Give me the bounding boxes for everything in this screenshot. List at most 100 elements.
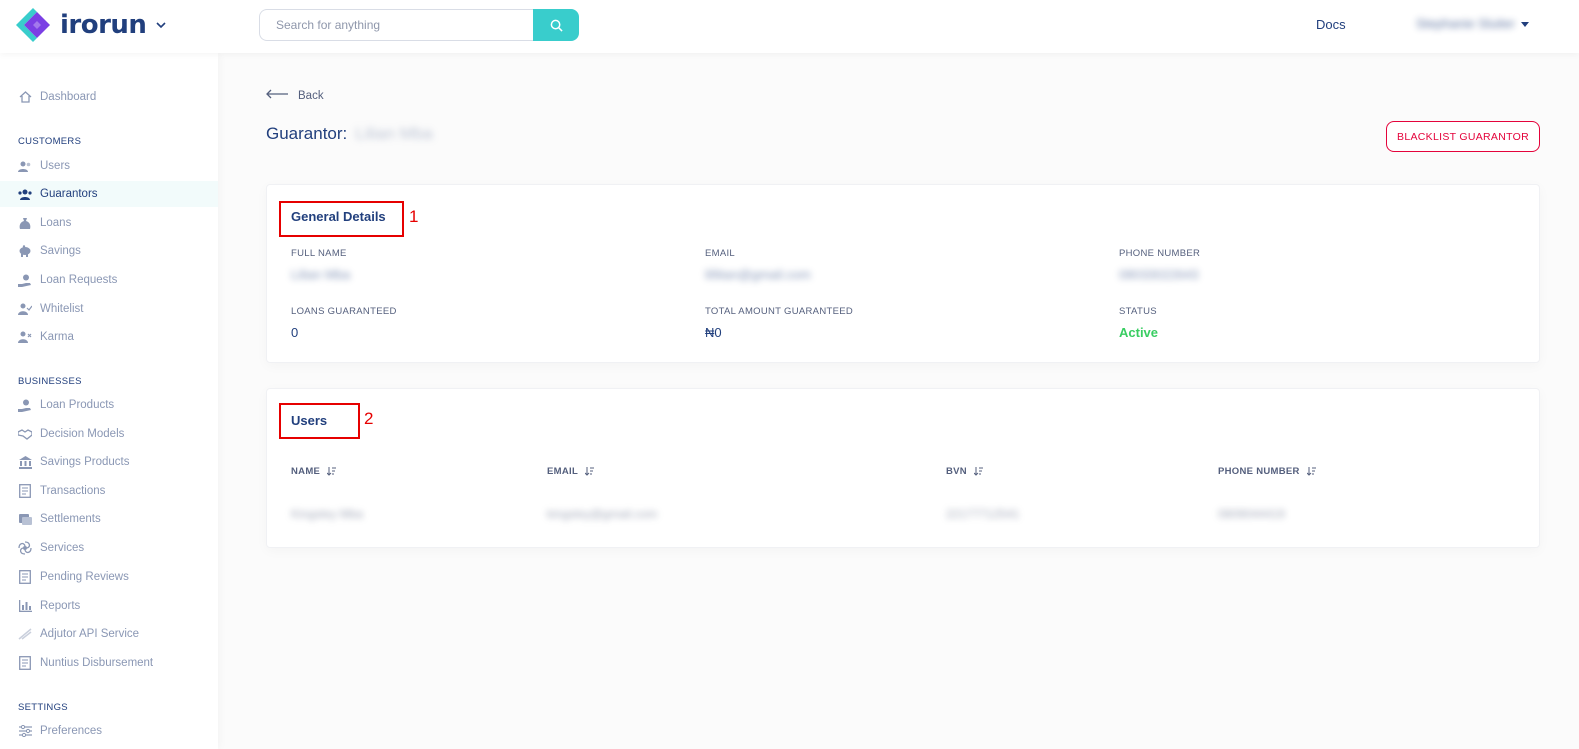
- annotation-number-2: 2: [364, 409, 374, 428]
- column-header-phone-number[interactable]: PHONE NUMBER: [1218, 466, 1316, 477]
- email-label: EMAIL: [705, 248, 736, 259]
- sidebar-item-savings-products[interactable]: Savings Products: [0, 449, 218, 475]
- page-title-prefix: Guarantor:: [266, 124, 348, 143]
- sort-icon[interactable]: [973, 467, 983, 476]
- loans-guaranteed-value: 0: [291, 325, 299, 340]
- total-amount-label: TOTAL AMOUNT GUARANTEED: [705, 306, 854, 317]
- sort-icon[interactable]: [1306, 467, 1316, 476]
- sort-icon[interactable]: [585, 467, 595, 476]
- sidebar-item-whitelist[interactable]: Whitelist: [0, 296, 218, 322]
- user-menu[interactable]: Stephanie Sluiter: [1416, 16, 1530, 31]
- sidebar-item-label: Guarantors: [40, 188, 98, 200]
- section-title-settings: SETTINGS: [18, 702, 68, 713]
- section-title-customers: CUSTOMERS: [18, 136, 82, 147]
- column-header-label: BVN: [946, 466, 967, 477]
- back-link[interactable]: Back: [266, 89, 324, 102]
- user-name: Stephanie Sluiter: [1416, 16, 1516, 31]
- sidebar-item-label: Loans: [40, 217, 72, 229]
- column-header-label: NAME: [291, 466, 321, 477]
- column-header-name[interactable]: NAME: [291, 466, 337, 477]
- home-icon: [18, 90, 32, 104]
- chevron-down-icon[interactable]: [156, 21, 167, 29]
- sidebar-item-users[interactable]: Users: [0, 153, 218, 179]
- scroll-icon: [18, 512, 32, 526]
- handshake-icon: [18, 427, 32, 441]
- sidebar-item-loan-requests[interactable]: Loan Requests: [0, 267, 218, 293]
- email-value: lil9ian@gmail.com: [705, 267, 811, 282]
- top-bar: irorun Docs Stephanie Sluiter: [0, 0, 1579, 53]
- logo[interactable]: irorun: [16, 8, 167, 42]
- sidebar-item-preferences[interactable]: Preferences: [0, 718, 218, 744]
- sidebar-item-label: Adjutor API Service: [40, 628, 140, 640]
- sidebar-item-karma[interactable]: Karma: [0, 324, 218, 350]
- sack-icon: [18, 216, 32, 230]
- sidebar-item-loan-products[interactable]: Loan Products: [0, 392, 218, 418]
- piggy-bank-icon: [18, 244, 32, 258]
- sidebar-item-label: Loan Requests: [40, 274, 118, 286]
- page-title: Guarantor: Lilian Mba: [266, 124, 433, 144]
- phone-number-value: 08033022643: [1119, 267, 1199, 282]
- annotation-number-1: 1: [409, 207, 419, 226]
- sidebar-item-services[interactable]: Services: [0, 535, 218, 561]
- full-name-value: Lilian Mba: [291, 267, 351, 282]
- back-label: Back: [298, 89, 324, 102]
- document-icon: [18, 484, 32, 498]
- total-amount-value: ₦0: [705, 325, 722, 340]
- blacklist-guarantor-button[interactable]: BLACKLIST GUARANTOR: [1386, 121, 1540, 152]
- guarantors-icon: [18, 187, 32, 201]
- cell-bvn: 22177712541: [946, 507, 1020, 521]
- sidebar-item-label: Savings: [40, 245, 81, 257]
- search-icon: [550, 19, 563, 32]
- sidebar-item-adjutor-api-service[interactable]: Adjutor API Service: [0, 621, 218, 647]
- sidebar-item-label: Settlements: [40, 513, 101, 525]
- document-icon: [18, 570, 32, 584]
- sidebar-item-label: Transactions: [40, 485, 106, 497]
- galaxy-icon: [18, 541, 32, 555]
- caret-down-icon[interactable]: [1521, 19, 1530, 29]
- users-title: Users: [291, 413, 328, 428]
- search-input[interactable]: [259, 9, 533, 41]
- sliders-icon: [18, 724, 32, 738]
- column-header-email[interactable]: EMAIL: [547, 466, 595, 477]
- sidebar-item-dashboard[interactable]: Dashboard: [0, 84, 218, 110]
- sidebar-item-settlements[interactable]: Settlements: [0, 506, 218, 532]
- sidebar-item-savings[interactable]: Savings: [0, 238, 218, 264]
- arrow-left-icon: [266, 89, 288, 102]
- sidebar-item-guarantors[interactable]: Guarantors: [0, 181, 218, 207]
- general-details-title: General Details: [291, 209, 386, 224]
- document-icon: [18, 656, 32, 670]
- sidebar-item-label: Dashboard: [40, 91, 97, 103]
- sidebar-item-label: Savings Products: [40, 456, 130, 468]
- loans-guaranteed-label: LOANS GUARANTEED: [291, 306, 397, 317]
- column-header-label: EMAIL: [547, 466, 579, 477]
- column-header-bvn[interactable]: BVN: [946, 466, 983, 477]
- hand-coin-icon: [18, 273, 32, 287]
- sidebar-item-label: Preferences: [40, 725, 103, 737]
- status-badge: Active: [1119, 325, 1159, 340]
- users-icon: [18, 159, 32, 173]
- sidebar-item-label: Services: [40, 542, 85, 554]
- api-icon: [18, 627, 32, 641]
- sort-icon[interactable]: [327, 467, 337, 476]
- cell-name: Kingsley Mba: [291, 507, 364, 521]
- sidebar-item-transactions[interactable]: Transactions: [0, 478, 218, 504]
- sidebar-item-label: Pending Reviews: [40, 571, 129, 583]
- sidebar-item-loans[interactable]: Loans: [0, 210, 218, 236]
- docs-link[interactable]: Docs: [1316, 17, 1346, 32]
- sidebar-item-reports[interactable]: Reports: [0, 593, 218, 619]
- search-bar: [259, 9, 579, 41]
- sidebar-item-label: Whitelist: [40, 303, 84, 315]
- sidebar-item-label: Users: [40, 160, 71, 172]
- sidebar-item-nuntius-disbursement[interactable]: Nuntius Disbursement: [0, 650, 218, 676]
- user-check-icon: [18, 302, 32, 316]
- sidebar-item-decision-models[interactable]: Decision Models: [0, 421, 218, 447]
- sidebar-item-label: Decision Models: [40, 428, 125, 440]
- phone-number-label: PHONE NUMBER: [1119, 248, 1201, 259]
- sidebar-item-label: Reports: [40, 600, 81, 612]
- column-header-label: PHONE NUMBER: [1218, 466, 1300, 477]
- sidebar-item-label: Nuntius Disbursement: [40, 657, 154, 669]
- search-button[interactable]: [533, 9, 579, 41]
- cell-phone: 0809044419: [1218, 507, 1285, 521]
- sidebar-item-pending-reviews[interactable]: Pending Reviews: [0, 564, 218, 590]
- guarantor-name: Lilian Mba: [355, 124, 433, 143]
